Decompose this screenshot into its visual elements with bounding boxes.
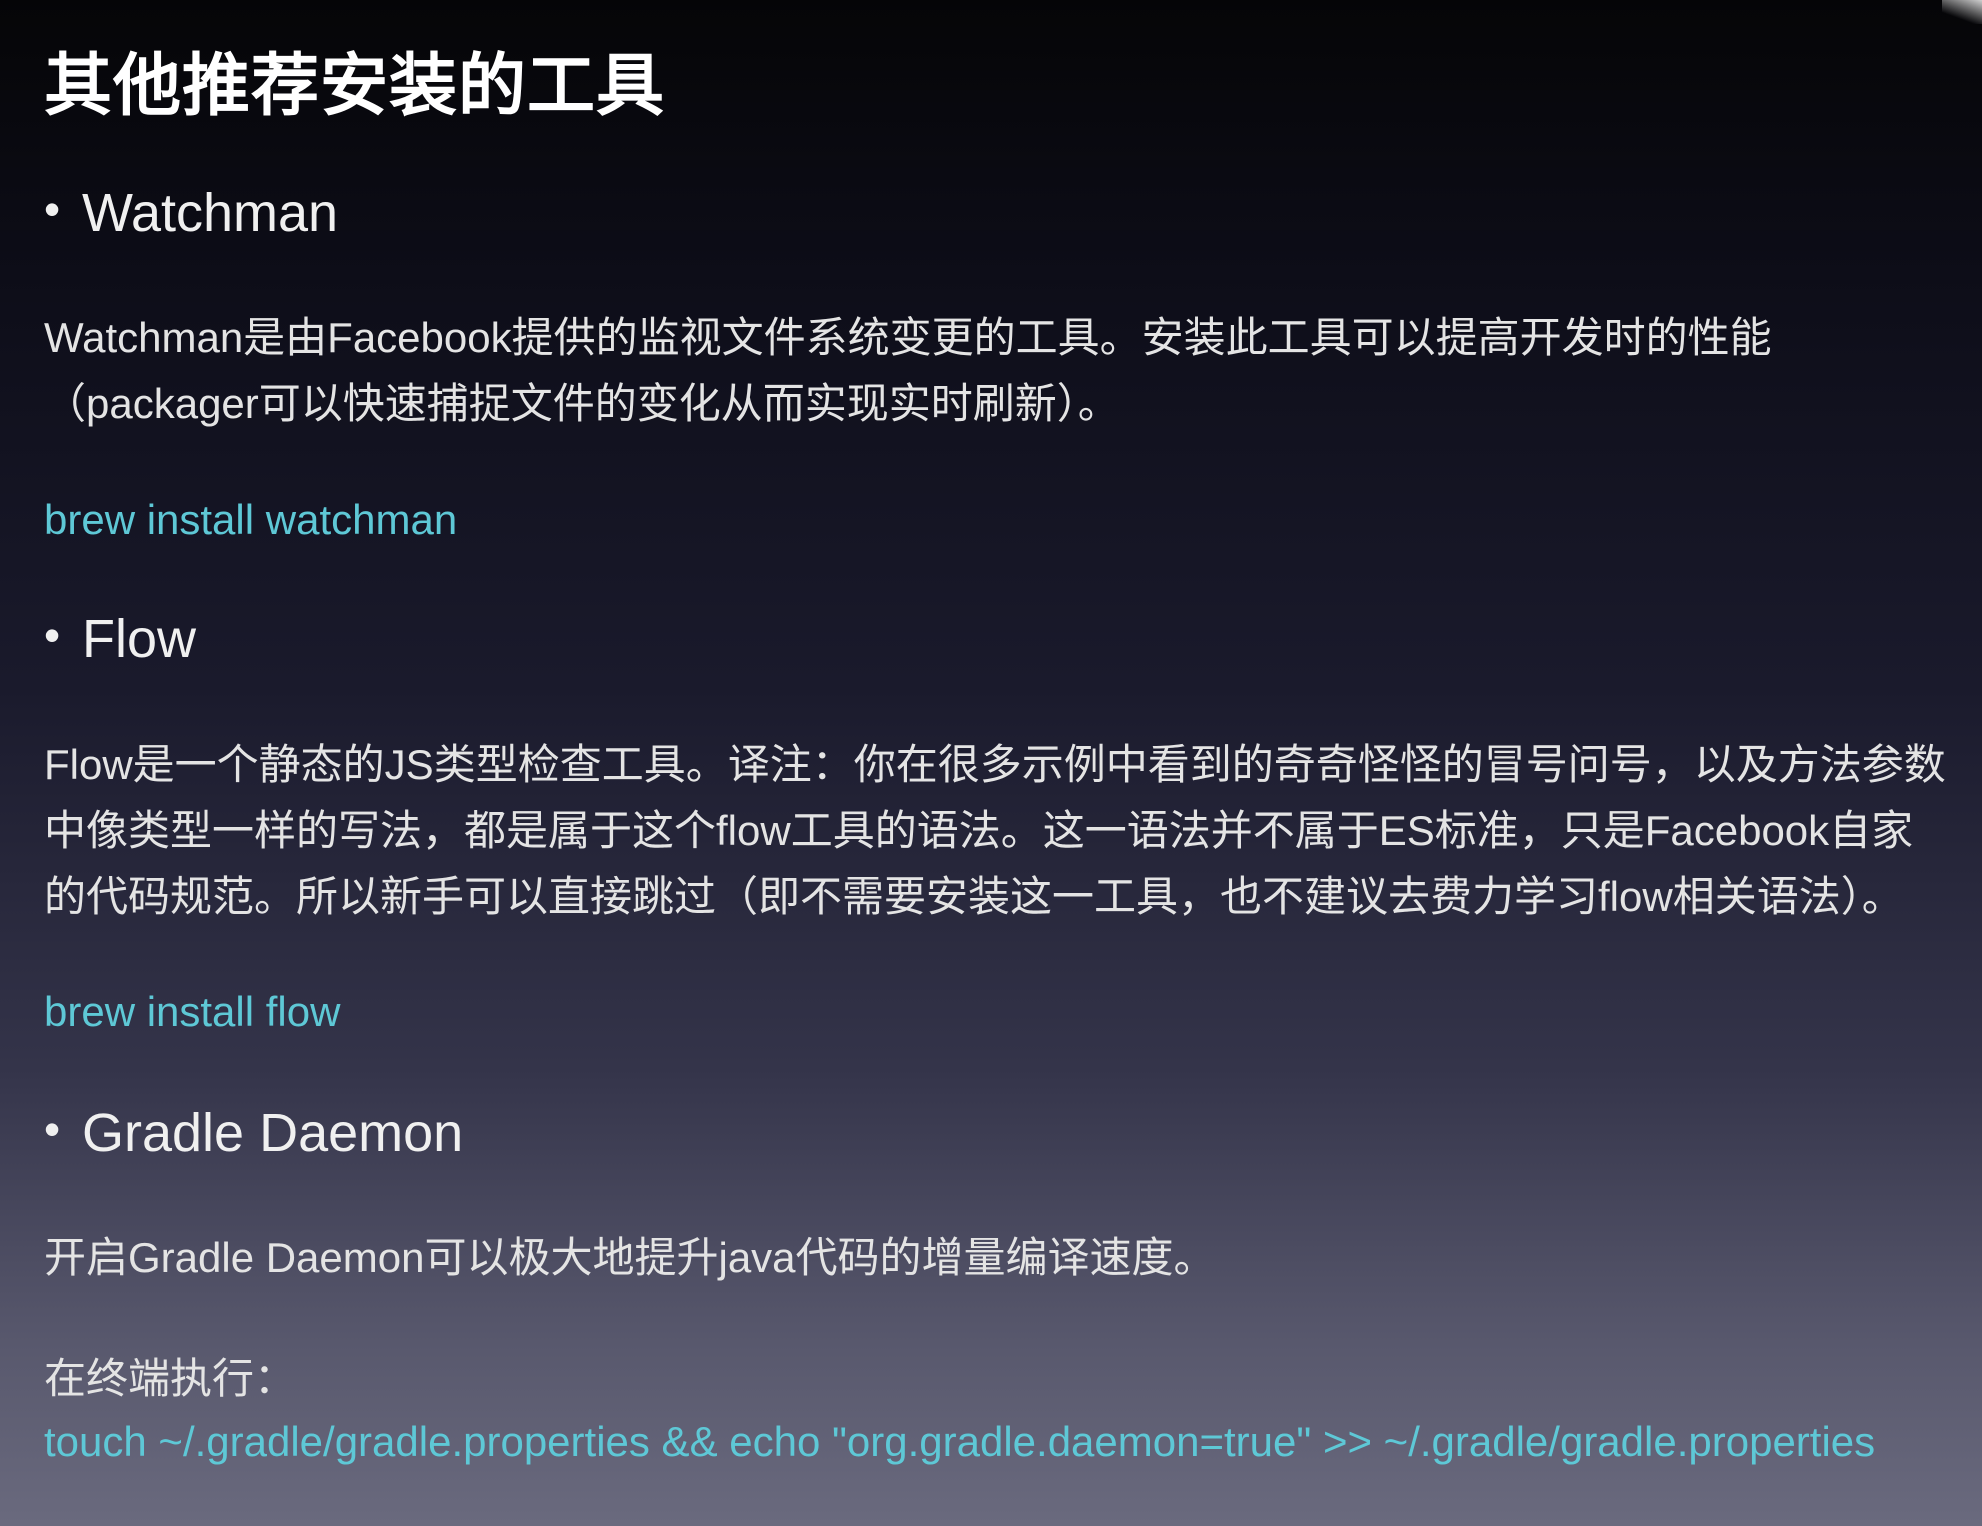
section-heading-gradle-daemon: • Gradle Daemon bbox=[44, 1102, 463, 1164]
description-line: 开启Gradle Daemon可以极大地提升java代码的增量编译速度。 bbox=[44, 1234, 1216, 1281]
flow-description: Flow是一个静态的JS类型检查工具。译注：你在很多示例中看到的奇奇怪怪的冒号问… bbox=[44, 732, 1964, 930]
heading-text: Gradle Daemon bbox=[82, 1103, 464, 1163]
flow-command: brew install flow bbox=[44, 988, 341, 1035]
description-line: 中像类型一样的写法，都是属于这个flow工具的语法。这一语法并不属于ES标准，只… bbox=[44, 807, 1914, 854]
description-line: Flow是一个静态的JS类型检查工具。译注：你在很多示例中看到的奇奇怪怪的冒号问… bbox=[44, 741, 1946, 788]
slide: 其他推荐安装的工具 • Watchman Watchman是由Facebook提供… bbox=[0, 0, 1982, 1526]
bullet-icon: • bbox=[44, 1103, 61, 1155]
gradle-command: touch ~/.gradle/gradle.properties && ech… bbox=[44, 1418, 1876, 1465]
gradle-description: 开启Gradle Daemon可以极大地提升java代码的增量编译速度。 bbox=[44, 1225, 1964, 1291]
page-curl-decoration bbox=[1942, 0, 1982, 24]
description-line: （packager可以快速捕捉文件的变化从而实现实时刷新）。 bbox=[44, 380, 1120, 427]
bullet-icon: • bbox=[44, 609, 61, 661]
heading-text: Watchman bbox=[82, 183, 339, 243]
watchman-command: brew install watchman bbox=[44, 496, 458, 543]
section-heading-watchman: • Watchman bbox=[44, 182, 338, 244]
bullet-icon: • bbox=[44, 183, 61, 235]
heading-text: Flow bbox=[82, 609, 197, 669]
watchman-description: Watchman是由Facebook提供的监视文件系统变更的工具。安装此工具可以… bbox=[44, 305, 1964, 437]
terminal-label: 在终端执行： bbox=[44, 1355, 297, 1402]
section-heading-flow: • Flow bbox=[44, 608, 196, 670]
description-line: Watchman是由Facebook提供的监视文件系统变更的工具。安装此工具可以… bbox=[44, 314, 1772, 361]
slide-title: 其他推荐安装的工具 bbox=[44, 48, 666, 124]
description-line: 的代码规范。所以新手可以直接跳过（即不需要安装这一工具，也不建议去费力学习flo… bbox=[44, 873, 1904, 920]
